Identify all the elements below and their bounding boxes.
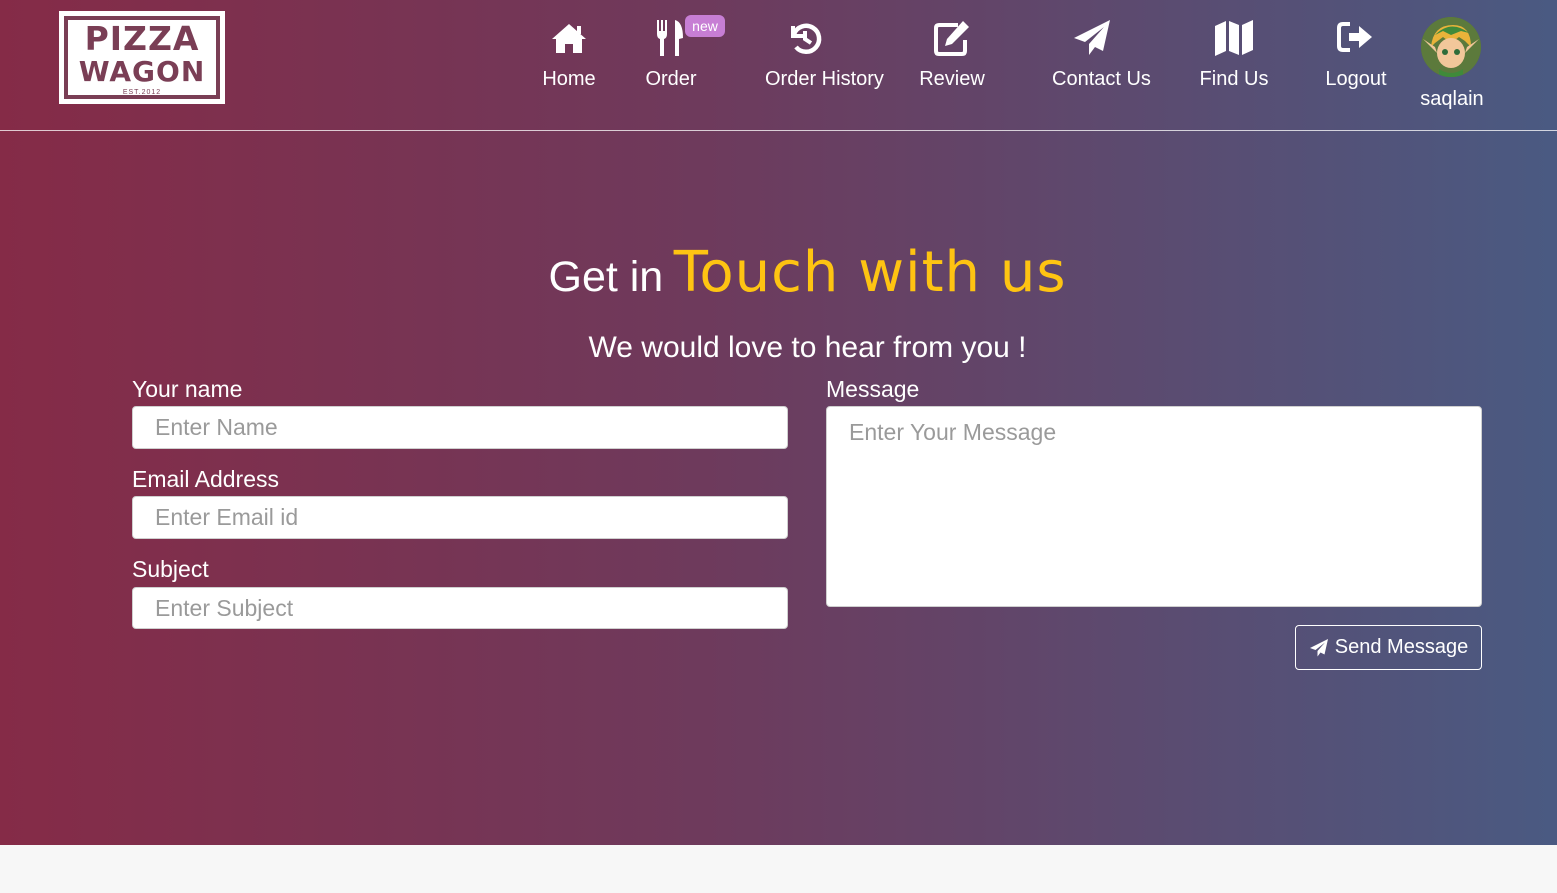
history-icon: [785, 18, 825, 58]
nav-item-order-history[interactable]: Order History: [765, 14, 884, 100]
username[interactable]: saqlain: [1402, 88, 1502, 110]
subheading: We would love to hear from you !: [588, 331, 1027, 364]
page-title: Get in Touch with us: [0, 240, 1557, 305]
navbar: PIZZA WAGON EST.2012 Home Order new Orde…: [0, 0, 1557, 131]
message-label: Message: [826, 376, 920, 402]
nav-label-review: Review: [919, 68, 985, 90]
nav-item-find-us[interactable]: Find Us: [1200, 14, 1268, 100]
logout-icon: [1336, 18, 1376, 58]
email-label: Email Address: [132, 466, 280, 492]
map-icon: [1214, 18, 1254, 58]
name-input[interactable]: [132, 406, 788, 449]
logo[interactable]: PIZZA WAGON EST.2012: [59, 11, 225, 104]
subject-input[interactable]: [132, 587, 788, 629]
page: PIZZA WAGON EST.2012 Home Order new Orde…: [0, 0, 1557, 893]
subject-label: Subject: [132, 556, 209, 582]
send-message-button[interactable]: Send Message: [1295, 625, 1482, 670]
nav-label-home: Home: [542, 68, 596, 90]
message-textarea[interactable]: [826, 406, 1482, 607]
name-label: Your name: [132, 376, 243, 402]
nav-item-logout[interactable]: Logout: [1325, 14, 1387, 100]
heading-accent: Touch with us: [673, 240, 1067, 305]
hero-section: PIZZA WAGON EST.2012 Home Order new Orde…: [0, 0, 1557, 845]
nav-label-contact-us: Contact Us: [1052, 68, 1151, 90]
nav-label-order: Order: [645, 68, 697, 90]
logo-est: EST.2012: [122, 89, 162, 96]
avatar[interactable]: [1421, 17, 1481, 77]
paper-plane-icon: [1309, 638, 1328, 656]
logo-line2: WAGON: [78, 55, 206, 88]
logo-line1: PIZZA: [84, 19, 200, 58]
edit-icon: [932, 18, 972, 58]
nav-item-review[interactable]: Review: [919, 14, 985, 100]
nav-label-logout: Logout: [1325, 68, 1387, 90]
new-badge: new: [685, 15, 725, 37]
nav-label-order-history: Order History: [765, 68, 884, 90]
heading-plain: Get in: [548, 253, 664, 301]
email-input[interactable]: [132, 496, 788, 539]
nav-label-find-us: Find Us: [1199, 68, 1269, 90]
footer-strip: [0, 845, 1557, 893]
send-message-label: Send Message: [1334, 636, 1469, 658]
home-icon: [549, 18, 589, 58]
nav-item-contact-us[interactable]: Contact Us: [1052, 14, 1151, 100]
nav-item-home[interactable]: Home: [542, 14, 596, 100]
paper-plane-icon: [1072, 18, 1112, 58]
